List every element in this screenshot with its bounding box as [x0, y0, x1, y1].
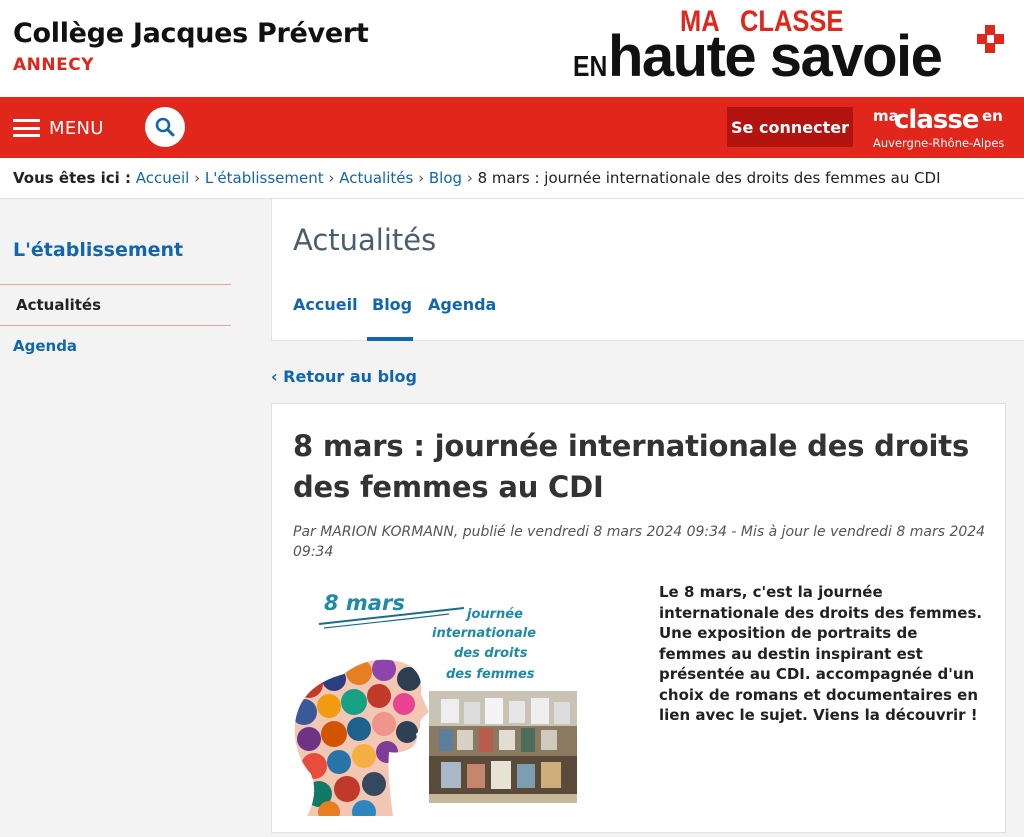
tab-blog[interactable]: Blog [372, 295, 412, 314]
mce-classe-text: classe [894, 105, 979, 135]
article-illustration: 8 mars journée internationale des droits… [289, 584, 584, 816]
breadcrumb-link-etablissement[interactable]: L'établissement [205, 169, 324, 187]
mce-region-text: Auvergne-Rhône-Alpes [873, 136, 1005, 150]
site-subtitle: ANNECY [13, 55, 95, 75]
ma-classe-haute-savoie-logo[interactable]: MA CLASSE EN haute savoie [570, 5, 1010, 90]
womens-day-illustration: 8 mars journée internationale des droits… [294, 591, 577, 816]
logo-haute-savoie-text: haute savoie [608, 24, 943, 89]
breadcrumb-link-accueil[interactable]: Accueil [136, 169, 190, 187]
sidebar-item-actualites[interactable]: Actualités [16, 296, 101, 314]
site-title[interactable]: Collège Jacques Prévert [13, 18, 369, 49]
menu-label: MENU [49, 117, 104, 139]
back-to-blog-link[interactable]: ‹ Retour au blog [271, 367, 417, 386]
section-title: Actualités [293, 223, 437, 257]
menu-button[interactable]: MENU [13, 114, 104, 142]
site-header: Collège Jacques Prévert ANNECY MA CLASSE… [0, 0, 1024, 97]
article-meta: Par MARION KORMANN, publié le vendredi 8… [293, 524, 986, 560]
tab-accueil[interactable]: Accueil [293, 295, 358, 314]
sidebar-item-agenda[interactable]: Agenda [13, 337, 77, 355]
breadcrumb-separator: › [328, 169, 335, 187]
section-header: Actualités Accueil Blog Agenda [271, 199, 1024, 341]
main-navbar: MENU Se connecter ma classe en Auvergne-… [0, 97, 1024, 158]
breadcrumb-link-blog[interactable]: Blog [429, 169, 462, 187]
mce-en-text: en [982, 107, 1003, 125]
sidebar-divider [0, 325, 231, 326]
tab-agenda[interactable]: Agenda [428, 295, 496, 314]
image-line-3: des droits [454, 646, 528, 661]
logo-en-text: EN [573, 51, 608, 83]
breadcrumb-prefix: Vous êtes ici : [13, 169, 131, 187]
image-heading: 8 mars [324, 591, 405, 615]
sidebar-title[interactable]: L'établissement [13, 239, 183, 261]
article-card: 8 mars : journée internationale des droi… [271, 403, 1006, 833]
sidebar: L'établissement Actualités Agenda [0, 199, 271, 837]
breadcrumb-separator: › [194, 169, 201, 187]
breadcrumb-link-actualites[interactable]: Actualités [339, 169, 413, 187]
image-line-1: journée [465, 607, 523, 622]
search-button[interactable] [145, 107, 185, 147]
breadcrumb-separator: › [418, 169, 425, 187]
ma-classe-en-auvergne-rhone-alpes-logo[interactable]: ma classe en Auvergne-Rhône-Alpes [872, 103, 1012, 153]
savoie-cross-icon [977, 25, 1004, 53]
hamburger-icon [13, 119, 40, 137]
breadcrumb: Vous êtes ici : Accueil › L'établissemen… [0, 158, 1024, 199]
search-icon [155, 117, 175, 137]
article-title: 8 mars : journée internationale des droi… [293, 429, 970, 504]
image-line-2: internationale [432, 626, 536, 641]
breadcrumb-current: 8 mars : journée internationale des droi… [477, 169, 941, 187]
article-body: Le 8 mars, c'est la journée internationa… [659, 583, 983, 724]
active-tab-indicator [367, 337, 413, 341]
sidebar-divider [0, 284, 231, 285]
image-line-4: des femmes [446, 667, 535, 682]
login-button[interactable]: Se connecter [727, 107, 853, 147]
breadcrumb-separator: › [466, 169, 473, 187]
faces-collage [294, 659, 429, 816]
